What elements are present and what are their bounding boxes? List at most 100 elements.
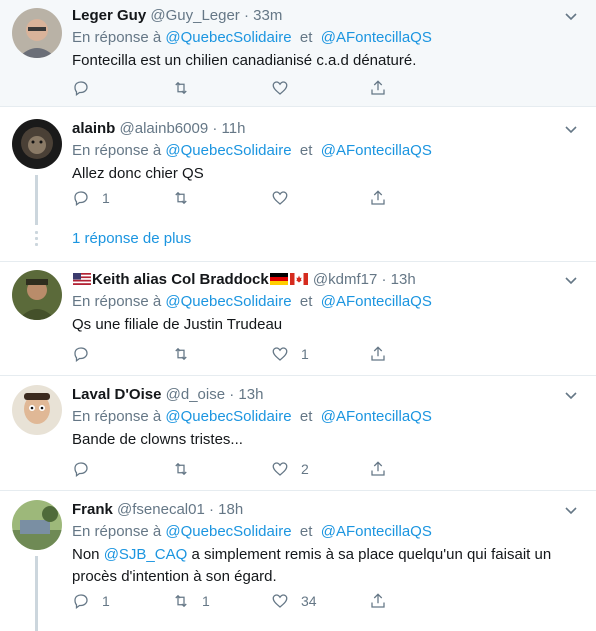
reply-context: En réponse à @QuebecSolidaire et @AFonte… <box>72 407 584 427</box>
mention-link[interactable]: @AFontecillaQS <box>321 293 432 310</box>
share-icon <box>371 461 385 476</box>
chevron-down-icon[interactable] <box>564 274 578 288</box>
mention-link[interactable]: @AFontecillaQS <box>321 408 432 425</box>
like-button[interactable]: 34 <box>271 591 317 611</box>
display-name[interactable]: Laval D'Oise <box>72 386 161 403</box>
avatar[interactable] <box>12 8 62 58</box>
mention-link[interactable]: @QuebecSolidaire <box>165 293 291 310</box>
tweet[interactable]: Leger Guy @Guy_Leger · 33m En réponse à … <box>0 0 596 107</box>
display-name[interactable]: Leger Guy <box>72 7 146 24</box>
chevron-down-icon[interactable] <box>564 10 578 24</box>
reply-icon <box>74 81 88 97</box>
display-name[interactable]: Frank <box>72 501 113 518</box>
reply-prefix: En réponse à <box>72 293 162 310</box>
timestamp[interactable]: 18h <box>218 501 243 518</box>
retweet-icon <box>175 191 187 205</box>
tweet-header: Laval D'Oise @d_oise · 13h <box>72 385 584 405</box>
reply-icon <box>74 191 88 207</box>
tweet-text: Fontecilla est un chilien canadianisé c.… <box>72 52 417 69</box>
share-icon <box>371 346 385 361</box>
share-button[interactable] <box>369 591 387 611</box>
reply-prefix: En réponse à <box>72 523 162 540</box>
share-icon <box>371 190 385 205</box>
retweet-icon <box>175 347 187 361</box>
share-button[interactable] <box>369 344 387 364</box>
timestamp[interactable]: 33m <box>253 7 282 24</box>
thread-dots <box>35 231 38 249</box>
mention-link[interactable]: @AFontecillaQS <box>321 142 432 159</box>
username[interactable]: @Guy_Leger <box>150 7 239 24</box>
tweet-header: Keith alias Col Braddock @kdmf17 · 13h <box>72 270 584 290</box>
like-count: 2 <box>301 461 309 477</box>
mention-link[interactable]: @QuebecSolidaire <box>165 142 291 159</box>
retweet-button[interactable]: 1 <box>172 591 210 611</box>
more-replies-link[interactable]: 1 réponse de plus <box>72 230 191 247</box>
tweet[interactable]: Frank @fsenecal01 · 18h En réponse à @Qu… <box>0 491 596 631</box>
retweet-button[interactable] <box>172 459 202 479</box>
reply-prefix: En réponse à <box>72 29 162 46</box>
tweet[interactable]: Keith alias Col Braddock @kdmf17 · 13h E… <box>0 262 596 376</box>
mention-link[interactable]: @SJB_CAQ <box>104 546 188 563</box>
avatar[interactable] <box>12 119 62 169</box>
share-button[interactable] <box>369 78 387 98</box>
reply-joiner: et <box>299 523 313 540</box>
like-count: 1 <box>301 346 309 362</box>
username[interactable]: @alainb6009 <box>120 120 209 137</box>
avatar[interactable] <box>12 500 62 550</box>
tweet-header: Leger Guy @Guy_Leger · 33m <box>72 6 584 26</box>
display-name[interactable]: alainb <box>72 120 115 137</box>
share-button[interactable] <box>369 459 387 479</box>
retweet-icon <box>175 594 187 608</box>
chevron-down-icon[interactable] <box>564 123 578 137</box>
retweet-button[interactable] <box>172 188 202 208</box>
tweet[interactable]: alainb @alainb6009 · 11h En réponse à @Q… <box>0 107 596 262</box>
tweet-text: Qs une filiale de Justin Trudeau <box>72 316 283 333</box>
like-button[interactable] <box>271 188 301 208</box>
mention-link[interactable]: @AFontecillaQS <box>321 523 432 540</box>
like-button[interactable] <box>271 78 301 98</box>
chevron-down-icon[interactable] <box>564 389 578 403</box>
retweet-icon <box>175 462 187 476</box>
thread-line <box>35 556 38 631</box>
separator-dot: · <box>208 501 214 518</box>
reply-joiner: et <box>299 142 313 159</box>
mention-link[interactable]: @QuebecSolidaire <box>165 408 291 425</box>
reply-button[interactable] <box>72 344 102 364</box>
share-button[interactable] <box>369 188 387 208</box>
mention-link[interactable]: @QuebecSolidaire <box>165 523 291 540</box>
share-icon <box>371 593 385 608</box>
reply-button[interactable]: 1 <box>72 591 110 611</box>
avatar[interactable] <box>12 270 62 320</box>
retweet-button[interactable] <box>172 78 202 98</box>
separator-dot: · <box>243 7 249 24</box>
reply-prefix: En réponse à <box>72 408 162 425</box>
tweet-text: Allez donc chier QS <box>72 165 204 182</box>
reply-prefix: En réponse à <box>72 142 162 159</box>
share-icon <box>371 80 385 95</box>
username[interactable]: @d_oise <box>166 386 225 403</box>
text-segment: Non <box>72 546 104 563</box>
like-button[interactable]: 2 <box>271 459 309 479</box>
mention-link[interactable]: @AFontecillaQS <box>321 29 432 46</box>
retweet-button[interactable] <box>172 344 202 364</box>
timestamp[interactable]: 13h <box>391 271 416 288</box>
username[interactable]: @fsenecal01 <box>117 501 205 518</box>
timestamp[interactable]: 13h <box>238 386 263 403</box>
tweet[interactable]: Laval D'Oise @d_oise · 13h En réponse à … <box>0 376 596 491</box>
avatar[interactable] <box>12 385 62 435</box>
germany-flag-icon <box>269 273 288 285</box>
chevron-down-icon[interactable] <box>564 504 578 518</box>
mention-link[interactable]: @QuebecSolidaire <box>165 29 291 46</box>
heart-icon <box>272 347 288 361</box>
retweet-count: 1 <box>202 593 210 609</box>
reply-context: En réponse à @QuebecSolidaire et @AFonte… <box>72 141 584 161</box>
timestamp[interactable]: 11h <box>222 120 246 137</box>
reply-joiner: et <box>299 29 313 46</box>
reply-button[interactable] <box>72 78 102 98</box>
username[interactable]: @kdmf17 <box>313 271 377 288</box>
reply-button[interactable] <box>72 459 102 479</box>
reply-icon <box>74 594 88 610</box>
display-name[interactable]: Keith alias Col Braddock <box>92 271 269 288</box>
reply-button[interactable]: 1 <box>72 188 110 208</box>
like-button[interactable]: 1 <box>271 344 309 364</box>
